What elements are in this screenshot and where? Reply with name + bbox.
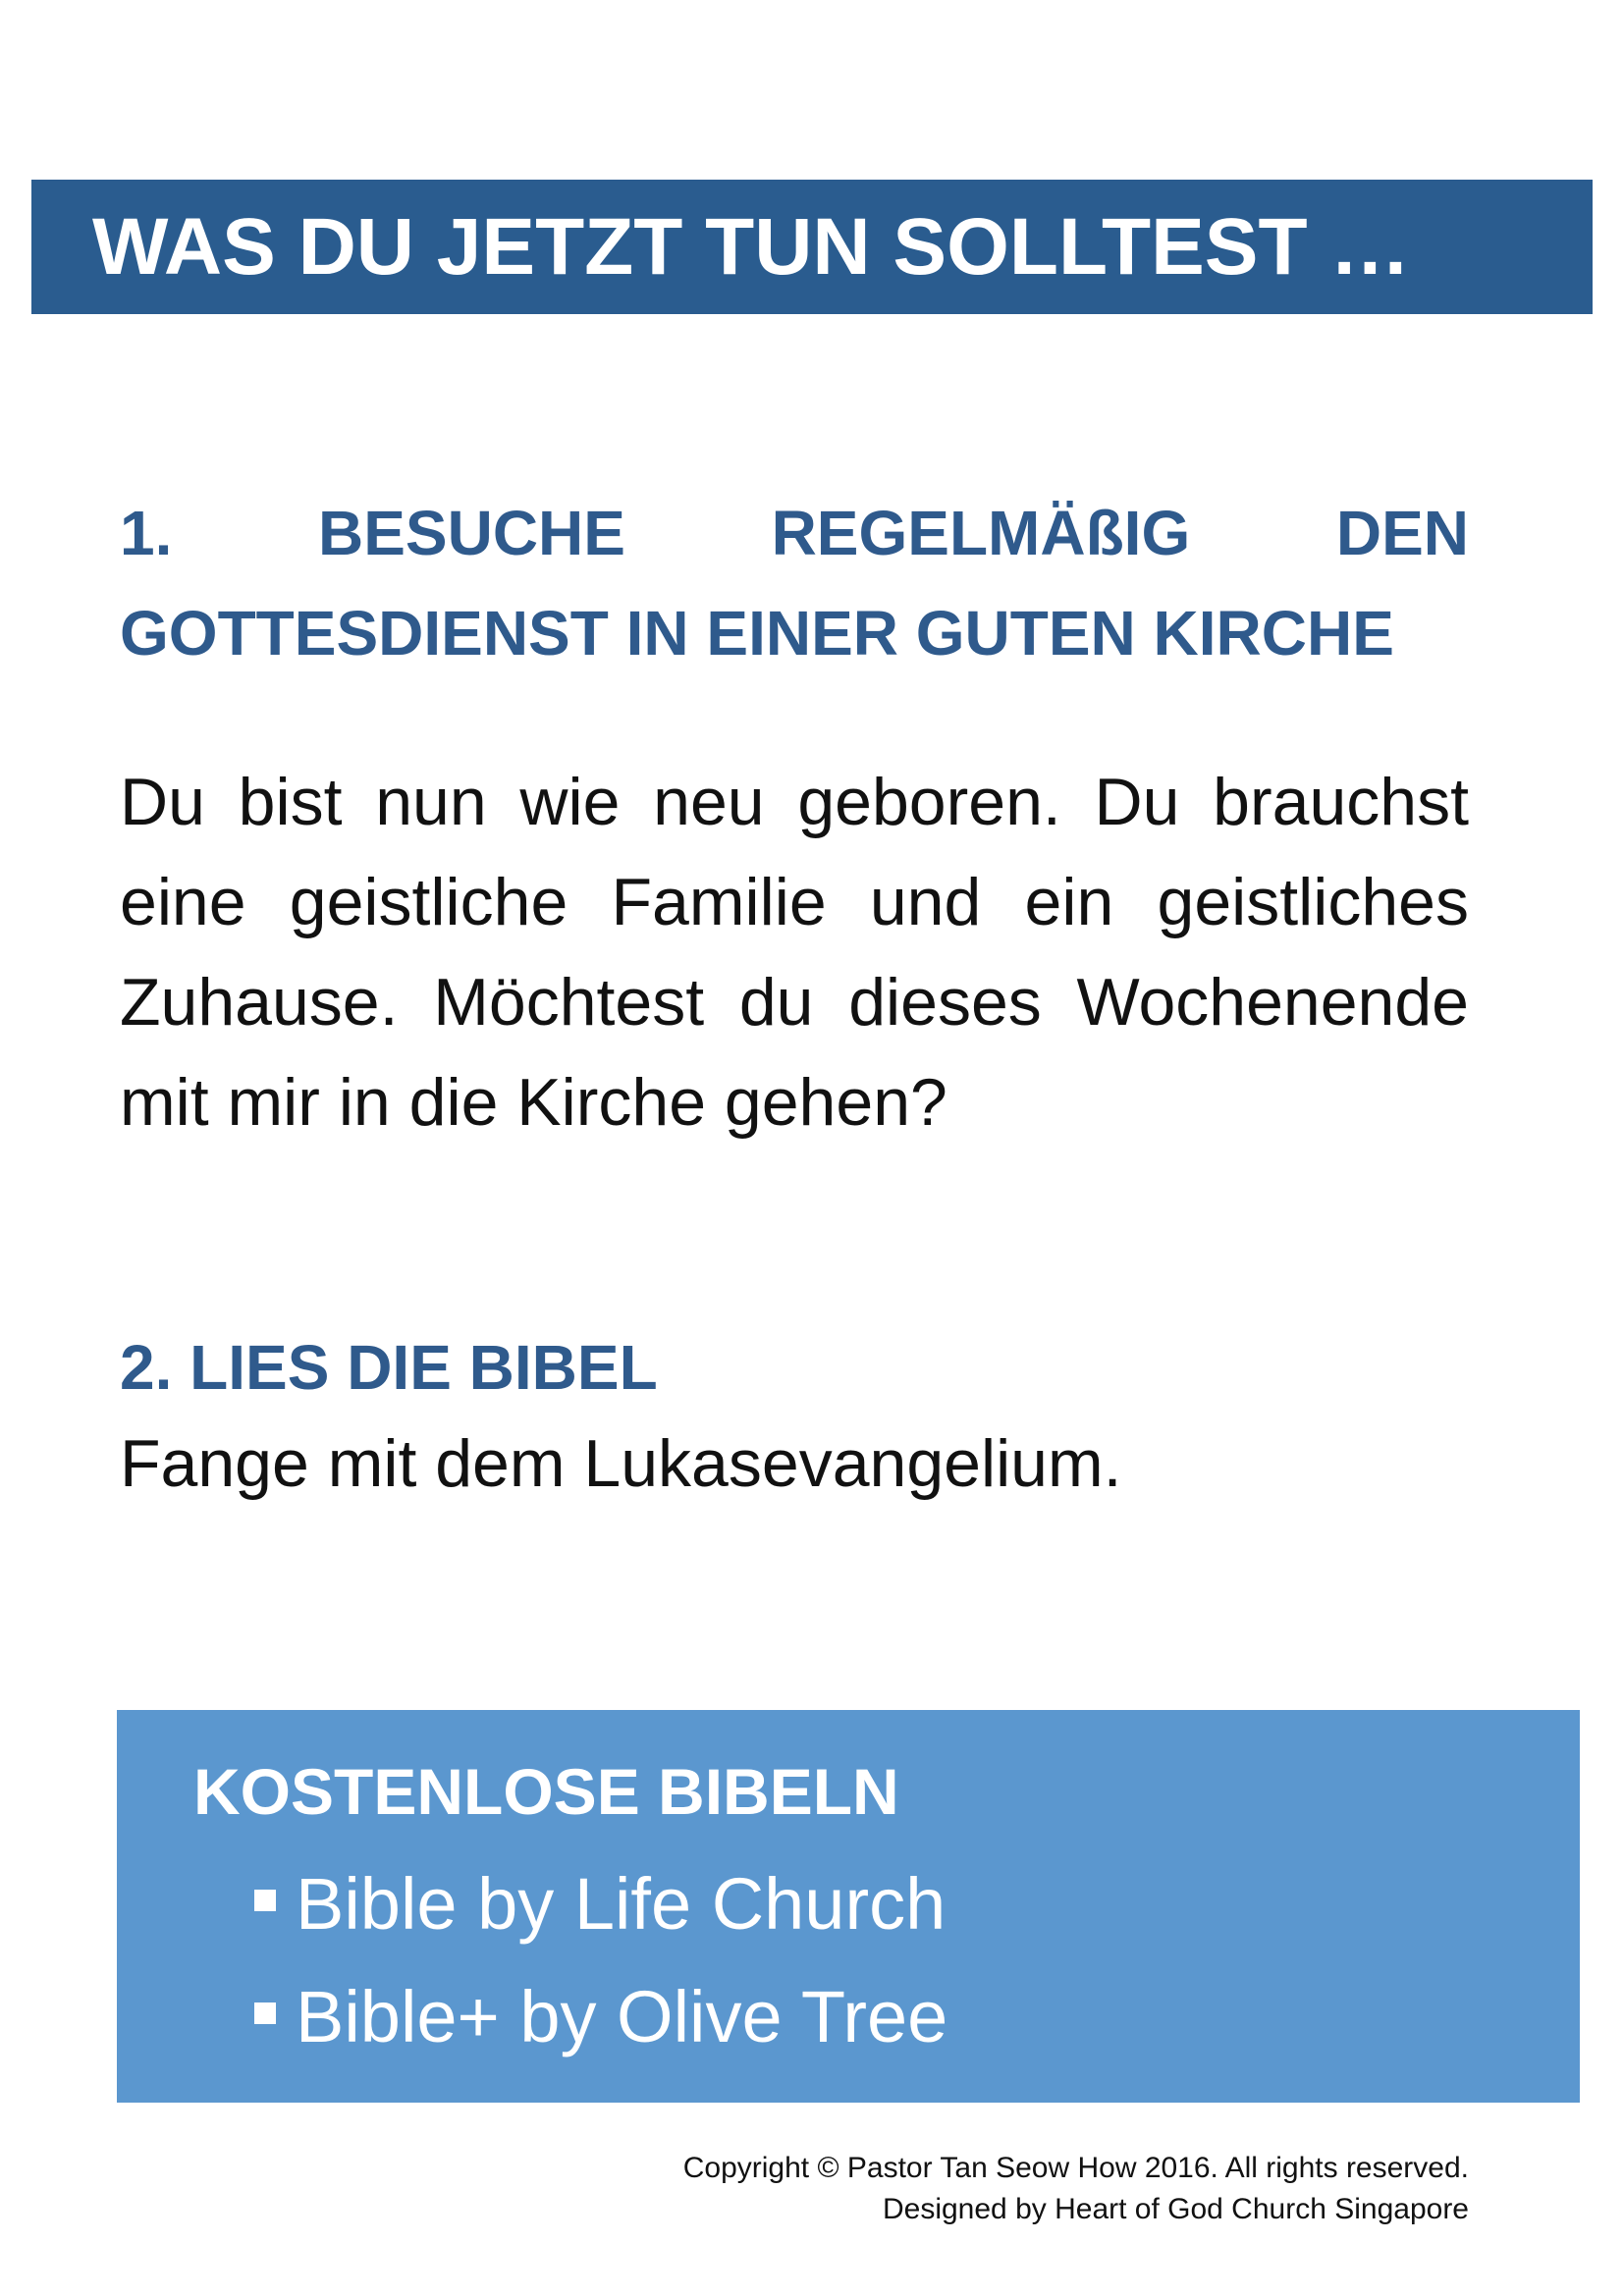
- list-item: Bible by Life Church: [254, 1847, 947, 1960]
- section-1-heading-line-2: GOTTESDIENST IN EINER GUTEN KIRCHE: [120, 598, 1394, 668]
- free-bibles-list: Bible by Life Church Bible+ by Olive Tre…: [254, 1847, 947, 2073]
- list-item-label: Bible by Life Church: [296, 1863, 947, 1945]
- page-title: WAS DU JETZT TUN SOLLTEST …: [92, 202, 1411, 292]
- square-bullet-icon: [254, 1890, 276, 1911]
- section-2-heading: 2. LIES DIE BIBEL: [120, 1332, 658, 1403]
- square-bullet-icon: [254, 2002, 276, 2024]
- section-1-heading-line-1: 1. BESUCHE REGELMÄßIG DEN: [120, 498, 1469, 568]
- list-item: Bible+ by Olive Tree: [254, 1960, 947, 2073]
- section-1-heading: 1. BESUCHE REGELMÄßIG DEN GOTTESDIENST I…: [120, 483, 1469, 683]
- designed-by-text: Designed by Heart of God Church Singapor…: [882, 2193, 1469, 2225]
- free-bibles-box: KOSTENLOSE BIBELN Bible by Life Church B…: [117, 1710, 1580, 2103]
- section-1-body: Du bist nun wie neu geboren. Du brauchst…: [120, 765, 1469, 1140]
- title-banner: WAS DU JETZT TUN SOLLTEST …: [31, 180, 1593, 314]
- section-1-body-block: Du bist nun wie neu geboren. Du brauchst…: [120, 752, 1469, 1152]
- section-2-body: Fange mit dem Lukasevangelium.: [120, 1426, 1122, 1501]
- copyright-text: Copyright © Pastor Tan Seow How 2016. Al…: [682, 2152, 1469, 2184]
- free-bibles-title: KOSTENLOSE BIBELN: [193, 1755, 899, 1828]
- footer: Copyright © Pastor Tan Seow How 2016. Al…: [683, 2148, 1469, 2230]
- section-2: 2. LIES DIE BIBEL Fange mit dem Lukaseva…: [120, 1317, 1469, 1514]
- section-1: 1. BESUCHE REGELMÄßIG DEN GOTTESDIENST I…: [120, 483, 1469, 683]
- list-item-label: Bible+ by Olive Tree: [296, 1976, 948, 2057]
